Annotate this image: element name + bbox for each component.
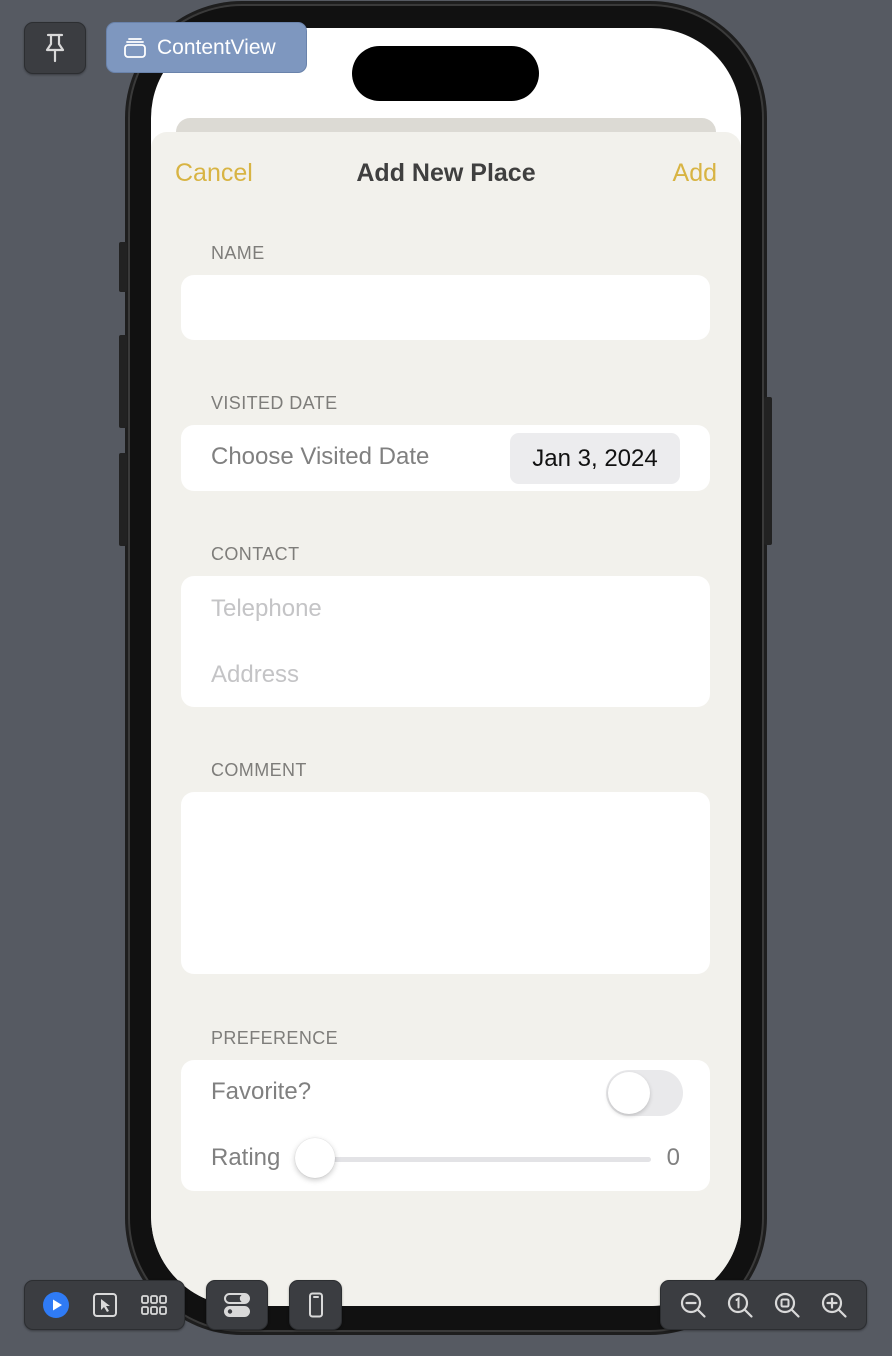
device-volume-down-button — [119, 453, 127, 546]
device-action-button — [119, 242, 127, 292]
zoom-actual-size-button[interactable] — [723, 1288, 757, 1322]
device-power-button — [764, 397, 772, 545]
zoom-in-icon — [820, 1291, 848, 1319]
preference-card: Favorite? Rating 0 — [181, 1060, 710, 1191]
name-field[interactable] — [181, 275, 710, 340]
toggle-knob — [608, 1072, 650, 1114]
canvas-settings-button[interactable] — [206, 1280, 268, 1330]
page-title: Add New Place — [356, 159, 536, 187]
live-preview-button[interactable] — [39, 1288, 73, 1322]
section-header-comment: COMMENT — [211, 760, 307, 780]
section-header-name: NAME — [211, 243, 265, 263]
device-screen: Cancel Add New Place Add NAME VISITED DA… — [151, 28, 741, 1306]
pointer-icon — [92, 1292, 118, 1318]
zoom-100-icon — [726, 1291, 754, 1319]
phone-icon — [308, 1292, 324, 1318]
zoom-controls — [660, 1280, 867, 1330]
dynamic-island — [352, 46, 539, 101]
zoom-in-button[interactable] — [817, 1288, 851, 1322]
device-volume-up-button — [119, 335, 127, 428]
section-header-visited-date: VISITED DATE — [211, 393, 338, 413]
selectable-mode-button[interactable] — [88, 1288, 122, 1322]
stacked-view-icon — [123, 37, 147, 59]
preview-mode-group — [24, 1280, 185, 1330]
rating-slider-track[interactable] — [315, 1157, 651, 1162]
contact-card: Telephone Address — [181, 576, 710, 707]
address-field[interactable]: Address — [181, 642, 710, 707]
preview-view-name: ContentView — [157, 35, 276, 59]
device-settings-button[interactable] — [289, 1280, 342, 1330]
rating-label: Rating — [211, 1144, 281, 1171]
zoom-out-button[interactable] — [676, 1288, 710, 1322]
variants-button[interactable] — [137, 1288, 171, 1322]
telephone-field[interactable]: Telephone — [181, 576, 710, 641]
section-header-preference: PREFERENCE — [211, 1028, 339, 1048]
favorite-label: Favorite? — [211, 1078, 312, 1105]
address-placeholder: Address — [211, 661, 300, 688]
visited-date-row: Choose Visited Date Jan 3, 2024 — [181, 425, 710, 491]
pin-preview-button[interactable] — [24, 22, 86, 74]
favorite-toggle[interactable] — [606, 1070, 683, 1116]
grid-icon — [140, 1294, 167, 1316]
rating-slider-thumb[interactable] — [295, 1138, 335, 1178]
pin-icon — [42, 32, 68, 64]
rating-value: 0 — [666, 1144, 680, 1171]
telephone-placeholder: Telephone — [211, 595, 322, 622]
add-button[interactable]: Add — [673, 159, 717, 188]
comment-text-editor[interactable] — [181, 792, 710, 974]
zoom-to-fit-button[interactable] — [770, 1288, 804, 1322]
preview-view-selector[interactable]: ContentView — [106, 22, 307, 73]
visited-date-label: Choose Visited Date — [211, 443, 430, 470]
zoom-fit-icon — [773, 1291, 801, 1319]
toggles-icon — [223, 1291, 251, 1319]
preview-canvas: Cancel Add New Place Add NAME VISITED DA… — [0, 0, 892, 1356]
visited-date-picker[interactable]: Jan 3, 2024 — [510, 433, 680, 484]
zoom-out-icon — [679, 1291, 707, 1319]
play-icon — [42, 1291, 70, 1319]
section-header-contact: CONTACT — [211, 544, 300, 564]
